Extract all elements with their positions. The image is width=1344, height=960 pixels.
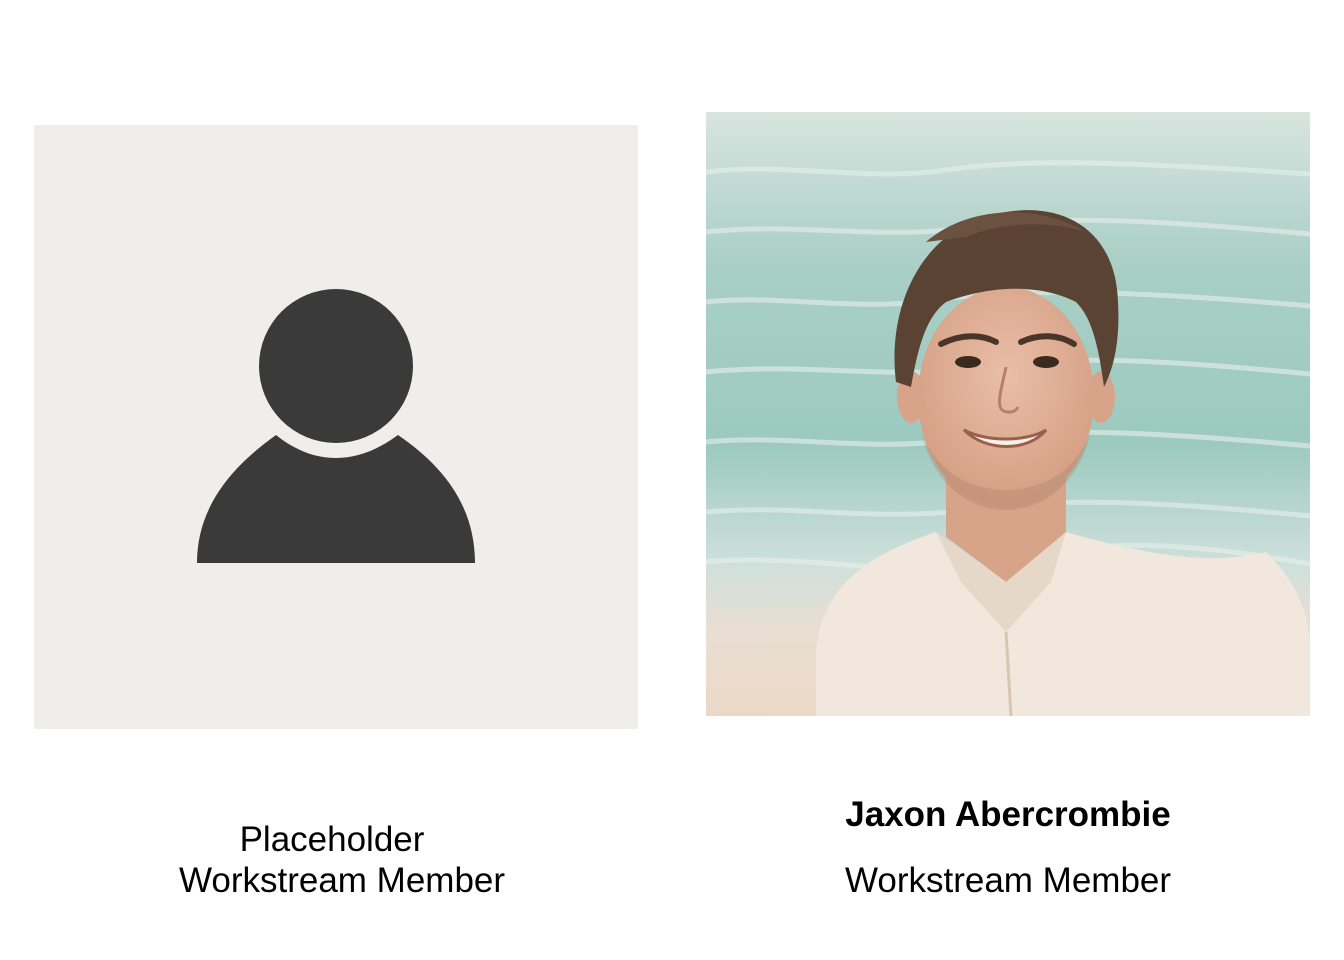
member-role: Workstream Member xyxy=(844,861,1172,900)
member-role: Workstream Member xyxy=(178,861,506,900)
placeholder-avatar xyxy=(34,125,638,729)
member-name: Placeholder xyxy=(239,820,425,859)
member-portrait-photo xyxy=(706,112,1310,716)
member-name: Jaxon Abercrombie xyxy=(845,795,1171,834)
person-silhouette-icon xyxy=(197,289,475,563)
portrait-image xyxy=(706,112,1310,716)
